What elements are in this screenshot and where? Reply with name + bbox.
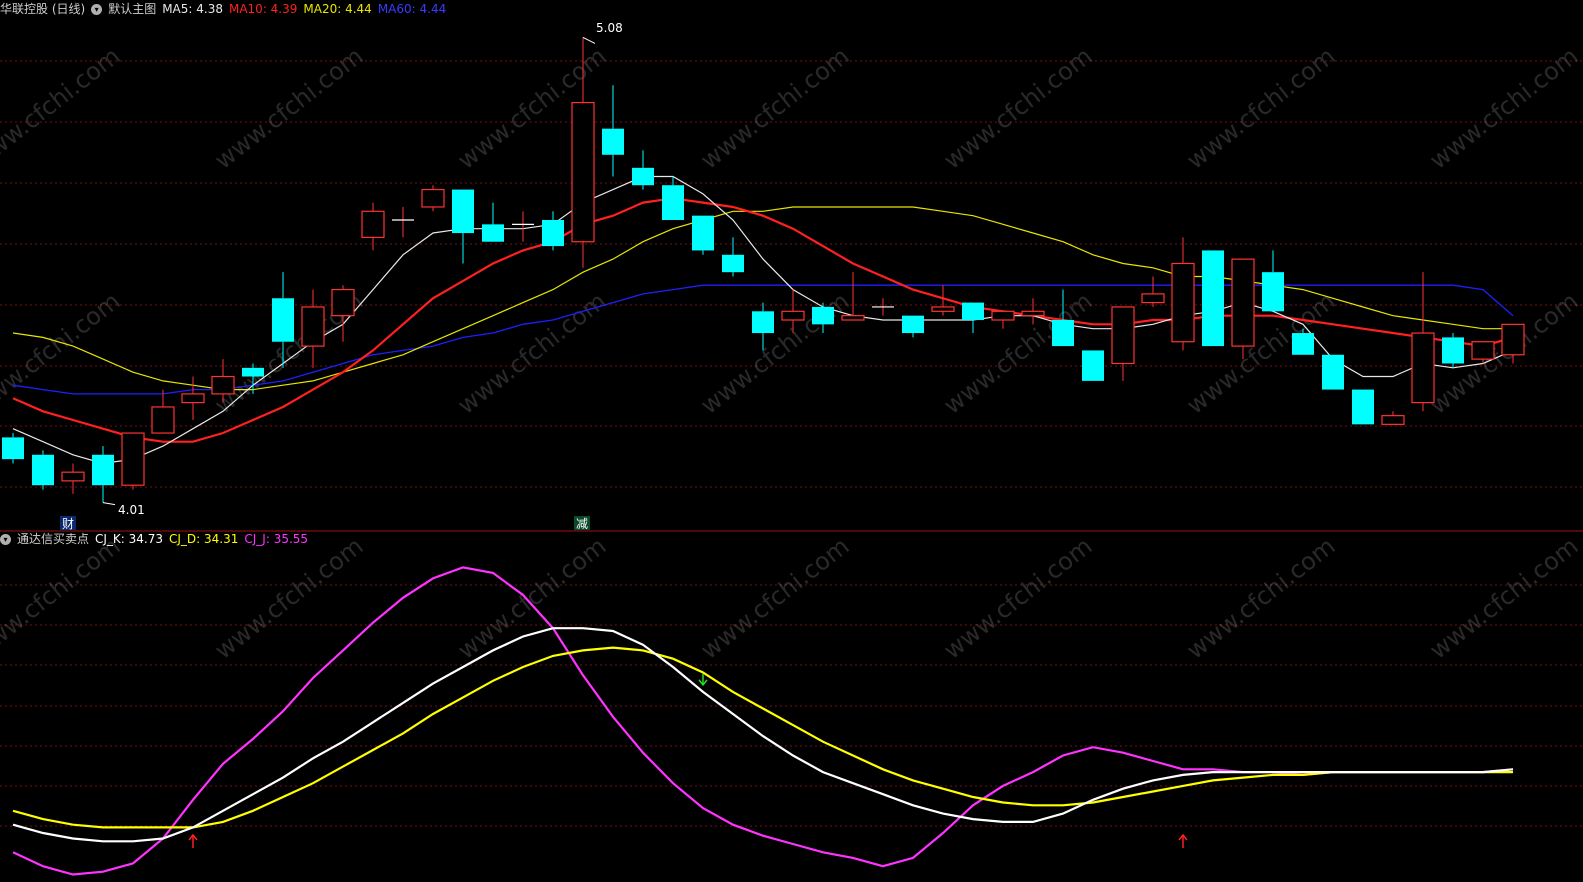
candle-body-down <box>1262 272 1284 312</box>
candle-body-up <box>301 306 325 347</box>
candle-body-up <box>1501 323 1525 356</box>
candle-body-up <box>61 471 85 482</box>
candle-body-up <box>1411 332 1435 404</box>
marker-cai: 财 <box>62 517 74 531</box>
candle-body-down <box>452 189 474 234</box>
candle-body-up <box>1471 341 1495 360</box>
candle-body-down <box>2 437 24 460</box>
ma5-value: MA5: 4.38 <box>162 2 223 16</box>
candle-body-down <box>602 128 624 155</box>
candle-body-down <box>692 215 714 251</box>
low-price-label: 4.01 <box>118 503 145 517</box>
candle-body-down <box>542 220 564 247</box>
candle-body-down <box>92 454 114 486</box>
stock-title: 华联控股 (日线) <box>0 2 86 16</box>
candle-body-down <box>722 254 744 273</box>
candle-body-down <box>752 311 774 334</box>
candle-body-up <box>121 432 145 486</box>
candle-body-down <box>812 306 834 325</box>
candle-body-down <box>1292 333 1314 355</box>
candle-body-up <box>331 288 355 317</box>
candle-body-down <box>1202 250 1224 347</box>
ma60-value: MA60: 4.44 <box>377 2 447 16</box>
candle-body-down <box>1352 389 1374 425</box>
candle-body-down <box>272 298 294 342</box>
candle-body-up <box>991 310 1015 321</box>
candle-body-up <box>1381 415 1405 425</box>
j-value: CJ_J: 35.55 <box>244 532 309 546</box>
candle-body-down <box>242 367 264 377</box>
candle-body-down <box>32 454 54 486</box>
k-value: CJ_K: 34.73 <box>95 532 164 546</box>
chevron-down-icon[interactable]: ▾ <box>0 533 11 545</box>
candle-body-up <box>1111 306 1135 365</box>
candle-body-up <box>1171 262 1195 343</box>
main-chart-label[interactable]: 默认主图 <box>108 1 156 17</box>
candle-body-down <box>1322 354 1344 390</box>
candle-body-up <box>361 210 385 238</box>
candle-body-down <box>902 315 924 334</box>
candle-body-down <box>662 185 684 220</box>
candle-body-down <box>962 302 984 320</box>
candle-body-down <box>1082 350 1104 381</box>
candle-body-up <box>181 393 205 404</box>
d-value: CJ_D: 34.31 <box>169 532 239 546</box>
sub-header: ▾ 通达信买卖点 CJ_K: 34.73 CJ_D: 34.31 CJ_J: 3… <box>0 531 314 547</box>
candle-body-up <box>1231 258 1255 347</box>
candle-body-down <box>482 224 504 242</box>
candle-body-down <box>1442 337 1464 364</box>
indicator-name[interactable]: 通达信买卖点 <box>17 531 89 547</box>
candle-body-up <box>781 310 805 321</box>
ma20-value: MA20: 4.44 <box>303 2 372 16</box>
ma10-value: MA10: 4.39 <box>228 2 298 16</box>
candle-body-up <box>151 406 175 434</box>
candle-body-up <box>1021 310 1045 317</box>
candle-body-up <box>931 306 955 312</box>
chevron-down-icon[interactable]: ▾ <box>91 3 103 15</box>
candle-body-down <box>1052 320 1074 347</box>
candle-body-up <box>1141 293 1165 304</box>
candle-body-up <box>421 188 445 208</box>
high-price-label: 5.08 <box>596 21 623 35</box>
candle-body-up <box>841 315 865 321</box>
candle-body-down <box>632 167 654 186</box>
candle-body-up <box>571 102 595 243</box>
candle-body-up <box>211 375 235 395</box>
marker-jian: 减 <box>576 517 588 531</box>
main-header: 华联控股 (日线) ▾ 默认主图 MA5: 4.38 MA10: 4.39 MA… <box>0 1 452 17</box>
stock-chart[interactable]: www.cfchi.com www.cfchi.com www.cfchi.com w… <box>0 0 1583 882</box>
